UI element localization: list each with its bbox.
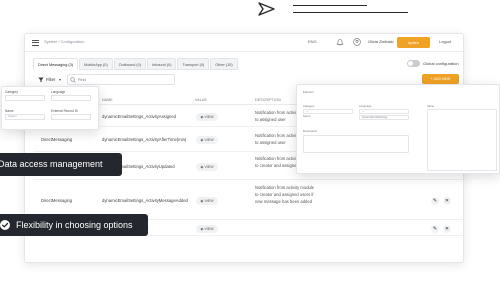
view-label: VIEW: [204, 165, 214, 169]
filter-icon[interactable]: [38, 77, 44, 83]
form-title: Edit item: [303, 90, 314, 94]
bell-icon[interactable]: [336, 38, 344, 46]
value-label: Value: [427, 104, 434, 108]
top-bar: System / Configuration ENG Olivia Zielin…: [25, 34, 463, 52]
user-name[interactable]: Olivia Zielinski: [368, 39, 394, 44]
pencil-icon[interactable]: ✎: [431, 197, 439, 205]
column-header-name[interactable]: NAME: [102, 98, 113, 102]
view-button[interactable]: ◉ VIEW: [196, 113, 218, 121]
view-label: VIEW: [204, 227, 214, 231]
global-configuration-label: Global configuration: [423, 61, 459, 66]
menu-icon[interactable]: [32, 40, 39, 46]
language-select[interactable]: [51, 95, 91, 101]
column-header-description[interactable]: DESCRIPTION: [255, 98, 281, 102]
filter-button[interactable]: Filter: [46, 74, 55, 85]
view-label: VIEW: [204, 199, 214, 203]
tab-other[interactable]: Other (15): [210, 58, 238, 70]
category-label: Category: [303, 104, 315, 108]
close-icon[interactable]: ✕: [443, 225, 451, 233]
tab-mobileapp[interactable]: MobileApp (0): [79, 58, 113, 70]
category-field[interactable]: —: [303, 109, 353, 114]
category-select[interactable]: [5, 95, 45, 101]
tab-inbound[interactable]: Inbound (0): [147, 58, 177, 70]
language-select[interactable]: ENG: [308, 39, 317, 44]
breadcrumb[interactable]: System / Configuration: [44, 39, 84, 44]
row-description: Notification from activity module to cre…: [255, 185, 315, 204]
row-name: dynamicEmailSettings_ActivityMessageAdde…: [102, 198, 188, 203]
view-button[interactable]: ◉ VIEW: [196, 163, 218, 171]
flexibility-badge: Flexibility in choosing options: [0, 214, 148, 236]
view-button[interactable]: ◉ VIEW: [196, 197, 218, 205]
name-label: Name: [303, 114, 311, 118]
help-button[interactable]: Aptien: [397, 37, 430, 48]
screenshot-stage: System / Configuration ENG Olivia Zielin…: [0, 0, 500, 281]
name-label: Name: [5, 109, 14, 113]
global-configuration-toggle[interactable]: [407, 60, 420, 67]
value-field[interactable]: [427, 109, 497, 171]
send-arrow-icon: [258, 2, 275, 16]
pencil-icon[interactable]: ✎: [431, 225, 439, 233]
row-type: DirectMessaging: [41, 137, 73, 142]
row-type: DirectMessaging: [41, 198, 73, 203]
check-icon: [0, 220, 10, 230]
search-icon: [70, 76, 76, 83]
user-icon[interactable]: [353, 38, 361, 46]
filter-panel: Category Language Name System External R…: [1, 86, 99, 130]
category-label: Category: [5, 90, 18, 94]
add-new-button[interactable]: + ADD NEW: [422, 74, 459, 84]
view-label: VIEW: [204, 138, 214, 142]
view-button[interactable]: ◉ VIEW: [196, 136, 218, 144]
chevron-down-icon[interactable]: ▾: [59, 74, 61, 85]
decorative-line: [293, 12, 408, 14]
flexibility-badge-text: Flexibility in choosing options: [16, 220, 133, 230]
tab-direct-messaging[interactable]: Direct Messaging (3): [33, 58, 79, 70]
description-label: Description: [303, 129, 317, 133]
view-label: VIEW: [204, 115, 214, 119]
name-field[interactable]: System: [5, 114, 45, 120]
tab-bar: Direct Messaging (3) MobileApp (0) Outbo…: [33, 58, 238, 70]
tab-outbound[interactable]: Outbound (0): [113, 58, 147, 70]
decorative-line: [293, 5, 367, 7]
language-label: Language: [51, 90, 66, 94]
tab-transport[interactable]: Transport (0): [177, 58, 210, 70]
row-name: dynamicEmailSettings_ActivityAfterTime(m…: [102, 137, 187, 142]
row-name: dynamicEmailSettings_ActivityAssigned: [102, 114, 177, 119]
view-button[interactable]: ◉ VIEW: [196, 225, 218, 233]
search-input[interactable]: [78, 75, 170, 84]
edit-form-panel: Edit item Category — Language — Value Na…: [296, 84, 500, 174]
external-record-label: External Record ID: [51, 109, 78, 113]
logout-link[interactable]: Logout: [439, 39, 451, 44]
language-field[interactable]: —: [359, 109, 409, 114]
column-header-value[interactable]: VALUE: [195, 98, 207, 102]
language-label: Language: [359, 104, 372, 108]
external-record-field[interactable]: [51, 114, 91, 120]
name-field[interactable]: dynamicEmailSettings: [359, 115, 409, 120]
data-access-badge: Data access management: [0, 153, 122, 176]
close-icon[interactable]: ✕: [443, 197, 451, 205]
description-field[interactable]: [303, 135, 409, 153]
